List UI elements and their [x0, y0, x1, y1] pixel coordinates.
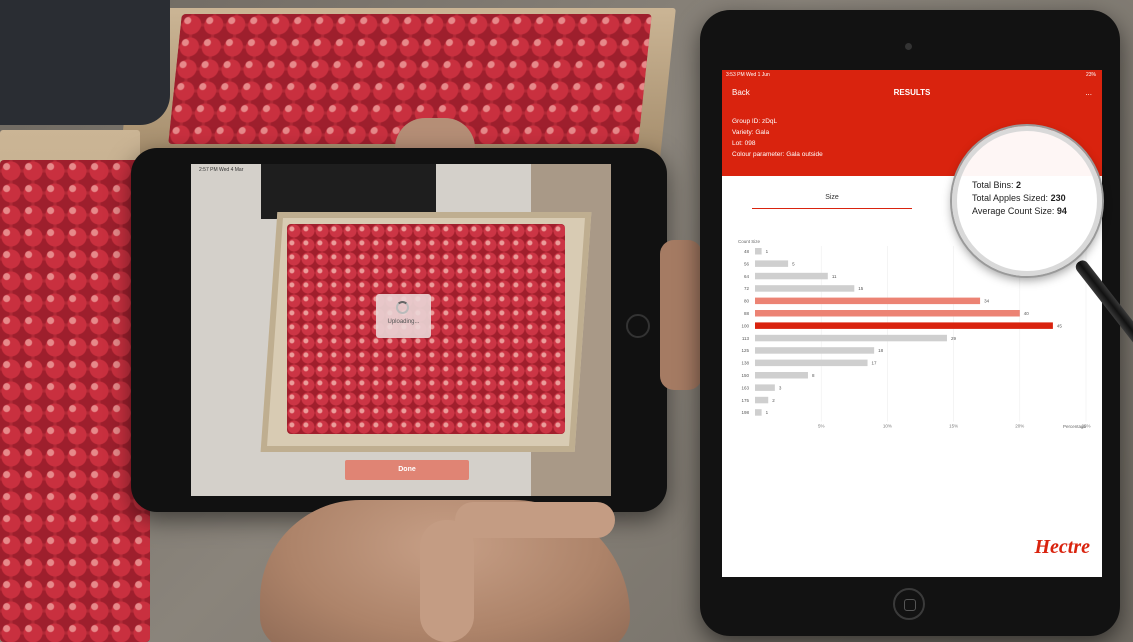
- category-label: 163: [741, 385, 749, 390]
- left-status-bar: 2:57 PM Wed 4 Mar: [199, 167, 244, 173]
- category-label: 56: [744, 261, 750, 266]
- bar: [755, 384, 775, 391]
- hectre-logo: Hectre: [1034, 536, 1090, 558]
- right-tablet: 3:53 PM Wed 1 Jun 23% Back RESULTS ... G…: [700, 10, 1120, 636]
- spinner-icon: [396, 301, 409, 314]
- bar: [755, 310, 1020, 317]
- bar-value-label: 40: [1024, 311, 1030, 316]
- total-apples-value: 230: [1050, 193, 1066, 203]
- uploading-label: Uploading...: [387, 319, 420, 325]
- bar: [755, 322, 1053, 329]
- x-axis-label: Percentage: [1063, 424, 1087, 429]
- bar: [755, 260, 789, 267]
- dark-bag: [0, 0, 170, 125]
- forearm: [660, 240, 702, 390]
- tab-size[interactable]: Size: [752, 194, 912, 209]
- category-label: 88: [744, 311, 750, 316]
- bar-value-label: 45: [1057, 323, 1063, 328]
- category-label: 64: [744, 274, 750, 279]
- bar-value-label: 18: [878, 348, 884, 353]
- bar-value-label: 2: [772, 398, 775, 403]
- y-axis-label: Count Size: [738, 239, 761, 244]
- bar-value-label: 1: [766, 410, 769, 415]
- bar-value-label: 29: [951, 336, 957, 341]
- x-tick-label: 15%: [949, 424, 958, 429]
- bar: [755, 334, 947, 342]
- bar-value-label: 17: [872, 361, 878, 366]
- category-label: 113: [742, 336, 750, 341]
- right-status-battery: 23%: [1085, 72, 1096, 78]
- x-tick-label: 10%: [883, 424, 892, 429]
- category-label: 125: [741, 348, 749, 353]
- total-bins-label: Total Bins:: [972, 180, 1014, 190]
- right-home-button[interactable]: [893, 588, 925, 620]
- bar: [755, 297, 981, 305]
- bar-value-label: 5: [792, 261, 795, 266]
- bar-value-label: 8: [812, 373, 815, 378]
- done-button[interactable]: Done: [345, 460, 469, 480]
- hand-finger: [455, 502, 615, 538]
- bar-value-label: 1: [766, 249, 769, 254]
- bar: [755, 409, 762, 416]
- bar: [755, 285, 855, 292]
- total-bins-value: 2: [1016, 180, 1022, 190]
- category-label: 80: [744, 299, 750, 304]
- bar-value-label: 15: [858, 286, 864, 291]
- left-tablet-screen: 2:57 PM Wed 4 Mar Uploading... Done: [191, 164, 611, 496]
- x-tick-label: 5%: [818, 424, 825, 429]
- category-label: 72: [744, 286, 750, 291]
- bar-value-label: 11: [832, 274, 837, 279]
- left-home-button[interactable]: [626, 314, 650, 338]
- bar-value-label: 34: [984, 299, 990, 304]
- camera-dark-box: [261, 164, 436, 219]
- category-label: 198: [741, 410, 749, 415]
- variety-text: Variety: Gala: [732, 129, 770, 136]
- more-options-icon[interactable]: ...: [1085, 88, 1092, 97]
- magnifier-lens: Total Bins: 2 Total Apples Sized: 230 Av…: [952, 126, 1102, 276]
- bar: [755, 372, 808, 379]
- category-label: 138: [741, 361, 749, 366]
- bar: [755, 396, 769, 404]
- lot-text: Lot: 098: [732, 140, 756, 147]
- avg-count-value: 94: [1056, 206, 1067, 216]
- avg-count-label: Average Count Size:: [972, 206, 1055, 216]
- hand-thumb: [420, 520, 474, 642]
- total-apples-label: Total Apples Sized:: [972, 193, 1049, 203]
- bar: [755, 359, 868, 367]
- group-id-text: Group ID: zDqL: [732, 118, 778, 125]
- category-label: 100: [741, 323, 749, 328]
- avg-count-line: Average Count Size: 94: [972, 206, 1067, 216]
- bar-value-label: 3: [779, 385, 782, 390]
- x-tick-label: 20%: [1015, 424, 1024, 429]
- total-apples-line: Total Apples Sized: 230: [972, 193, 1066, 203]
- colour-parameter-text: Colour parameter: Gala outside: [732, 151, 823, 158]
- total-bins-line: Total Bins: 2: [972, 180, 1021, 190]
- category-label: 175: [741, 398, 749, 403]
- bar: [755, 347, 875, 354]
- front-camera-icon: [905, 43, 912, 50]
- photo-scene: 2:57 PM Wed 4 Mar Uploading... Done 3:53…: [0, 0, 1133, 642]
- uploading-indicator: Uploading...: [376, 294, 431, 338]
- left-tablet: 2:57 PM Wed 4 Mar Uploading... Done: [131, 148, 667, 512]
- bar: [755, 272, 828, 280]
- right-status-time: 3:53 PM Wed 1 Jun: [726, 72, 770, 78]
- category-label: 150: [741, 373, 749, 378]
- page-title: RESULTS: [893, 88, 931, 97]
- category-label: 48: [744, 249, 750, 254]
- bar: [755, 248, 762, 255]
- apple-crate-left: [0, 160, 150, 642]
